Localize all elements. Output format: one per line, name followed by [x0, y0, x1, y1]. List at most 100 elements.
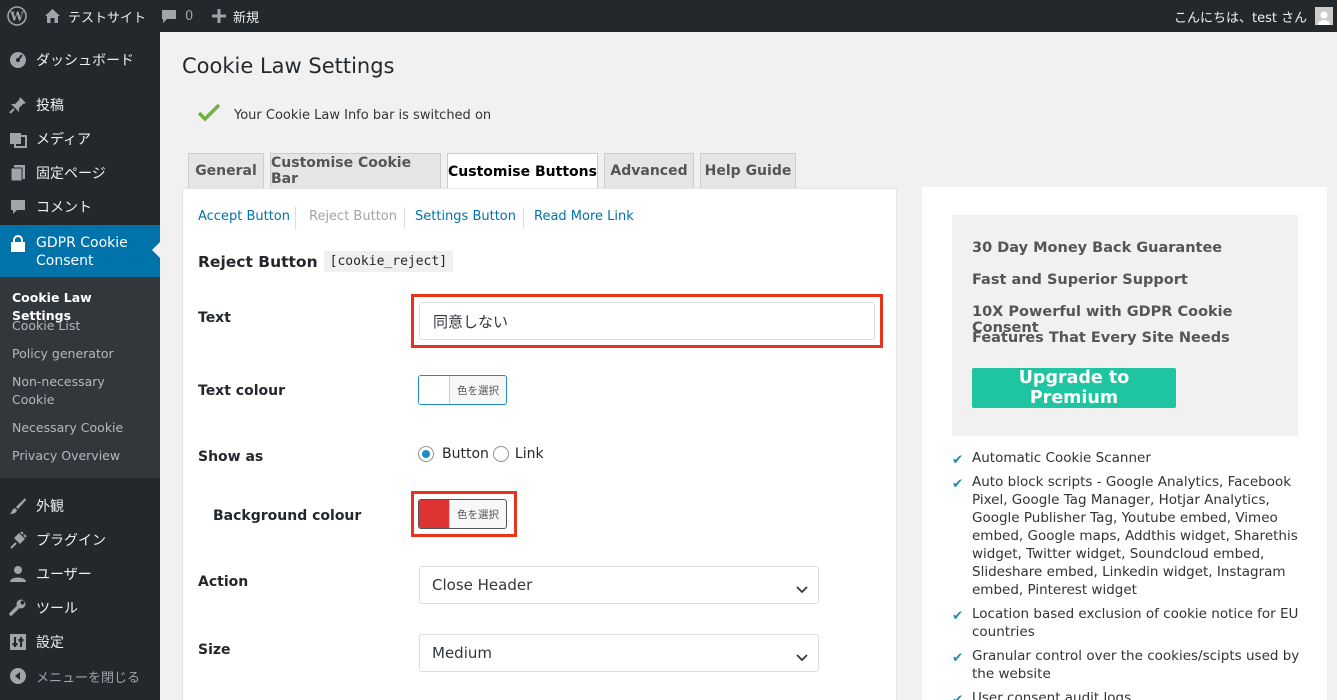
sidebar-item-label: Consent — [36, 253, 94, 269]
feature-text: User consent audit logs — [972, 690, 1132, 700]
comment-icon — [0, 198, 36, 216]
feature-text: Granular control over the cookies/scipts… — [972, 648, 1300, 682]
tab-general[interactable]: General — [188, 153, 264, 188]
chevron-down-icon — [796, 648, 808, 666]
radio-label-button: Button — [442, 446, 489, 462]
status-notice: Your Cookie Law Info bar is switched on — [197, 103, 492, 126]
submenu-cookie-list[interactable]: Cookie List — [12, 317, 152, 335]
check-icon: ✔ — [952, 476, 964, 492]
radio-label-link: Link — [514, 446, 544, 462]
sidebar-item-label: プラグイン — [36, 533, 106, 549]
sidebar-item-label: 固定ページ — [36, 166, 106, 182]
size-select[interactable]: Medium — [419, 634, 819, 672]
wordpress-logo-icon[interactable]: W — [7, 0, 27, 32]
background-colour-label: Background colour — [213, 508, 362, 524]
subtab-divider — [404, 207, 405, 229]
dashboard-icon — [0, 51, 36, 69]
text-colour-label: Text colour — [198, 383, 285, 399]
sidebar-item-users[interactable]: ユーザー — [0, 557, 160, 591]
sidebar-item-plugins[interactable]: プラグイン — [0, 523, 160, 557]
show-as-label: Show as — [198, 449, 264, 465]
sidebar-item-label: ダッシュボード — [36, 53, 134, 69]
sidebar-item-appearance[interactable]: 外観 — [0, 489, 160, 523]
sidebar-item-tools[interactable]: ツール — [0, 591, 160, 625]
notice-text: Your Cookie Law Info bar is switched on — [234, 107, 492, 123]
check-icon: ✔ — [952, 692, 964, 700]
page-icon — [0, 164, 36, 182]
tab-advanced[interactable]: Advanced — [604, 153, 694, 188]
premium-promo-panel: 30 Day Money Back Guarantee Fast and Sup… — [922, 187, 1327, 700]
svg-text:W: W — [9, 10, 24, 24]
subtab-divider — [523, 207, 524, 229]
feature-item: ✔ User consent audit logs — [952, 689, 1312, 700]
show-as-radio-group: Button Link — [418, 446, 544, 462]
collapse-menu-button[interactable]: メニューを閉じる — [0, 659, 160, 693]
collapse-icon — [0, 667, 36, 685]
background-colour-picker[interactable]: 色を選択 — [418, 499, 507, 529]
section-title: Reject Button — [198, 252, 318, 271]
sidebar-item-label: ユーザー — [36, 567, 92, 583]
size-value: Medium — [432, 644, 492, 662]
sidebar-item-comments[interactable]: コメント — [0, 190, 160, 224]
choose-colour-label: 色を選択 — [457, 384, 499, 397]
page-title: Cookie Law Settings — [182, 54, 395, 78]
sidebar-item-gdpr-cookie-consent[interactable]: GDPR Cookie Consent — [0, 225, 160, 277]
subtab-divider — [295, 207, 296, 229]
greeting: こんにちは、test さん — [1174, 10, 1308, 26]
user-icon — [0, 565, 36, 583]
comments-link[interactable]: 0 — [161, 0, 193, 32]
sidebar-item-pages[interactable]: 固定ページ — [0, 156, 160, 190]
promo-box: 30 Day Money Back Guarantee Fast and Sup… — [952, 215, 1298, 436]
feature-item: ✔ Auto block scripts - Google Analytics,… — [952, 473, 1312, 599]
new-content-link[interactable]: 新規 — [212, 0, 259, 32]
tab-customise-cookie-bar[interactable]: Customise Cookie Bar — [270, 153, 441, 188]
sidebar-item-settings[interactable]: 設定 — [0, 625, 160, 659]
sidebar-item-media[interactable]: メディア — [0, 122, 160, 156]
background-colour-swatch — [419, 500, 450, 528]
radio-button-option[interactable] — [418, 446, 434, 462]
text-colour-picker[interactable]: 色を選択 — [418, 375, 507, 405]
feature-item: ✔ Automatic Cookie Scanner — [952, 449, 1312, 469]
media-icon — [0, 130, 36, 148]
green-check-icon — [197, 103, 221, 126]
submenu-non-necessary-cookie[interactable]: Non-necessary Cookie — [12, 373, 152, 409]
comments-count: 0 — [185, 8, 194, 24]
subtab-reject-button[interactable]: Reject Button — [309, 209, 397, 224]
sidebar-item-label: コメント — [36, 200, 92, 216]
subtab-accept-button[interactable]: Accept Button — [198, 209, 290, 224]
admin-bar: W テストサイト 0 新規 こんにちは、test さん — [0, 0, 1337, 32]
choose-colour-label: 色を選択 — [457, 508, 499, 521]
promo-line: Features That Every Site Needs — [972, 330, 1230, 346]
sidebar-item-label: メニューを閉じる — [36, 670, 141, 686]
sidebar-item-label: 設定 — [36, 635, 64, 651]
plugin-icon — [0, 531, 36, 549]
submenu-necessary-cookie[interactable]: Necessary Cookie — [12, 419, 152, 437]
account-menu[interactable]: こんにちは、test さん — [1174, 0, 1334, 32]
site-name: テストサイト — [68, 10, 147, 26]
sidebar-item-dashboard[interactable]: ダッシュボード — [0, 43, 160, 77]
upgrade-to-premium-button[interactable]: Upgrade to Premium — [972, 368, 1176, 408]
tab-customise-buttons[interactable]: Customise Buttons — [447, 153, 598, 189]
shortcode: [cookie_reject] — [323, 251, 454, 272]
sidebar-item-posts[interactable]: 投稿 — [0, 88, 160, 122]
gdpr-submenu: Cookie Law Settings Cookie List Policy g… — [0, 277, 160, 478]
plus-icon — [212, 9, 226, 23]
home-icon — [44, 8, 61, 24]
action-select[interactable]: Close Header — [419, 566, 819, 604]
submenu-policy-generator[interactable]: Policy generator — [12, 345, 152, 363]
submenu-label: Non-necessary — [12, 374, 105, 389]
new-label: 新規 — [233, 10, 260, 26]
promo-line: Fast and Superior Support — [972, 272, 1188, 288]
site-home-link[interactable]: テストサイト — [44, 0, 146, 32]
subtab-settings-button[interactable]: Settings Button — [415, 209, 516, 224]
tab-help-guide[interactable]: Help Guide — [700, 153, 796, 188]
feature-item: ✔ Granular control over the cookies/scip… — [952, 647, 1312, 683]
radio-link-option[interactable] — [492, 446, 509, 462]
submenu-privacy-overview[interactable]: Privacy Overview — [12, 447, 152, 465]
promo-line: 30 Day Money Back Guarantee — [972, 240, 1223, 256]
text-input[interactable] — [419, 302, 875, 340]
subtab-read-more-link[interactable]: Read More Link — [534, 209, 634, 224]
sidebar-item-label: 外観 — [36, 499, 64, 515]
sidebar-item-label: メディア — [36, 132, 92, 148]
size-label: Size — [198, 642, 231, 658]
